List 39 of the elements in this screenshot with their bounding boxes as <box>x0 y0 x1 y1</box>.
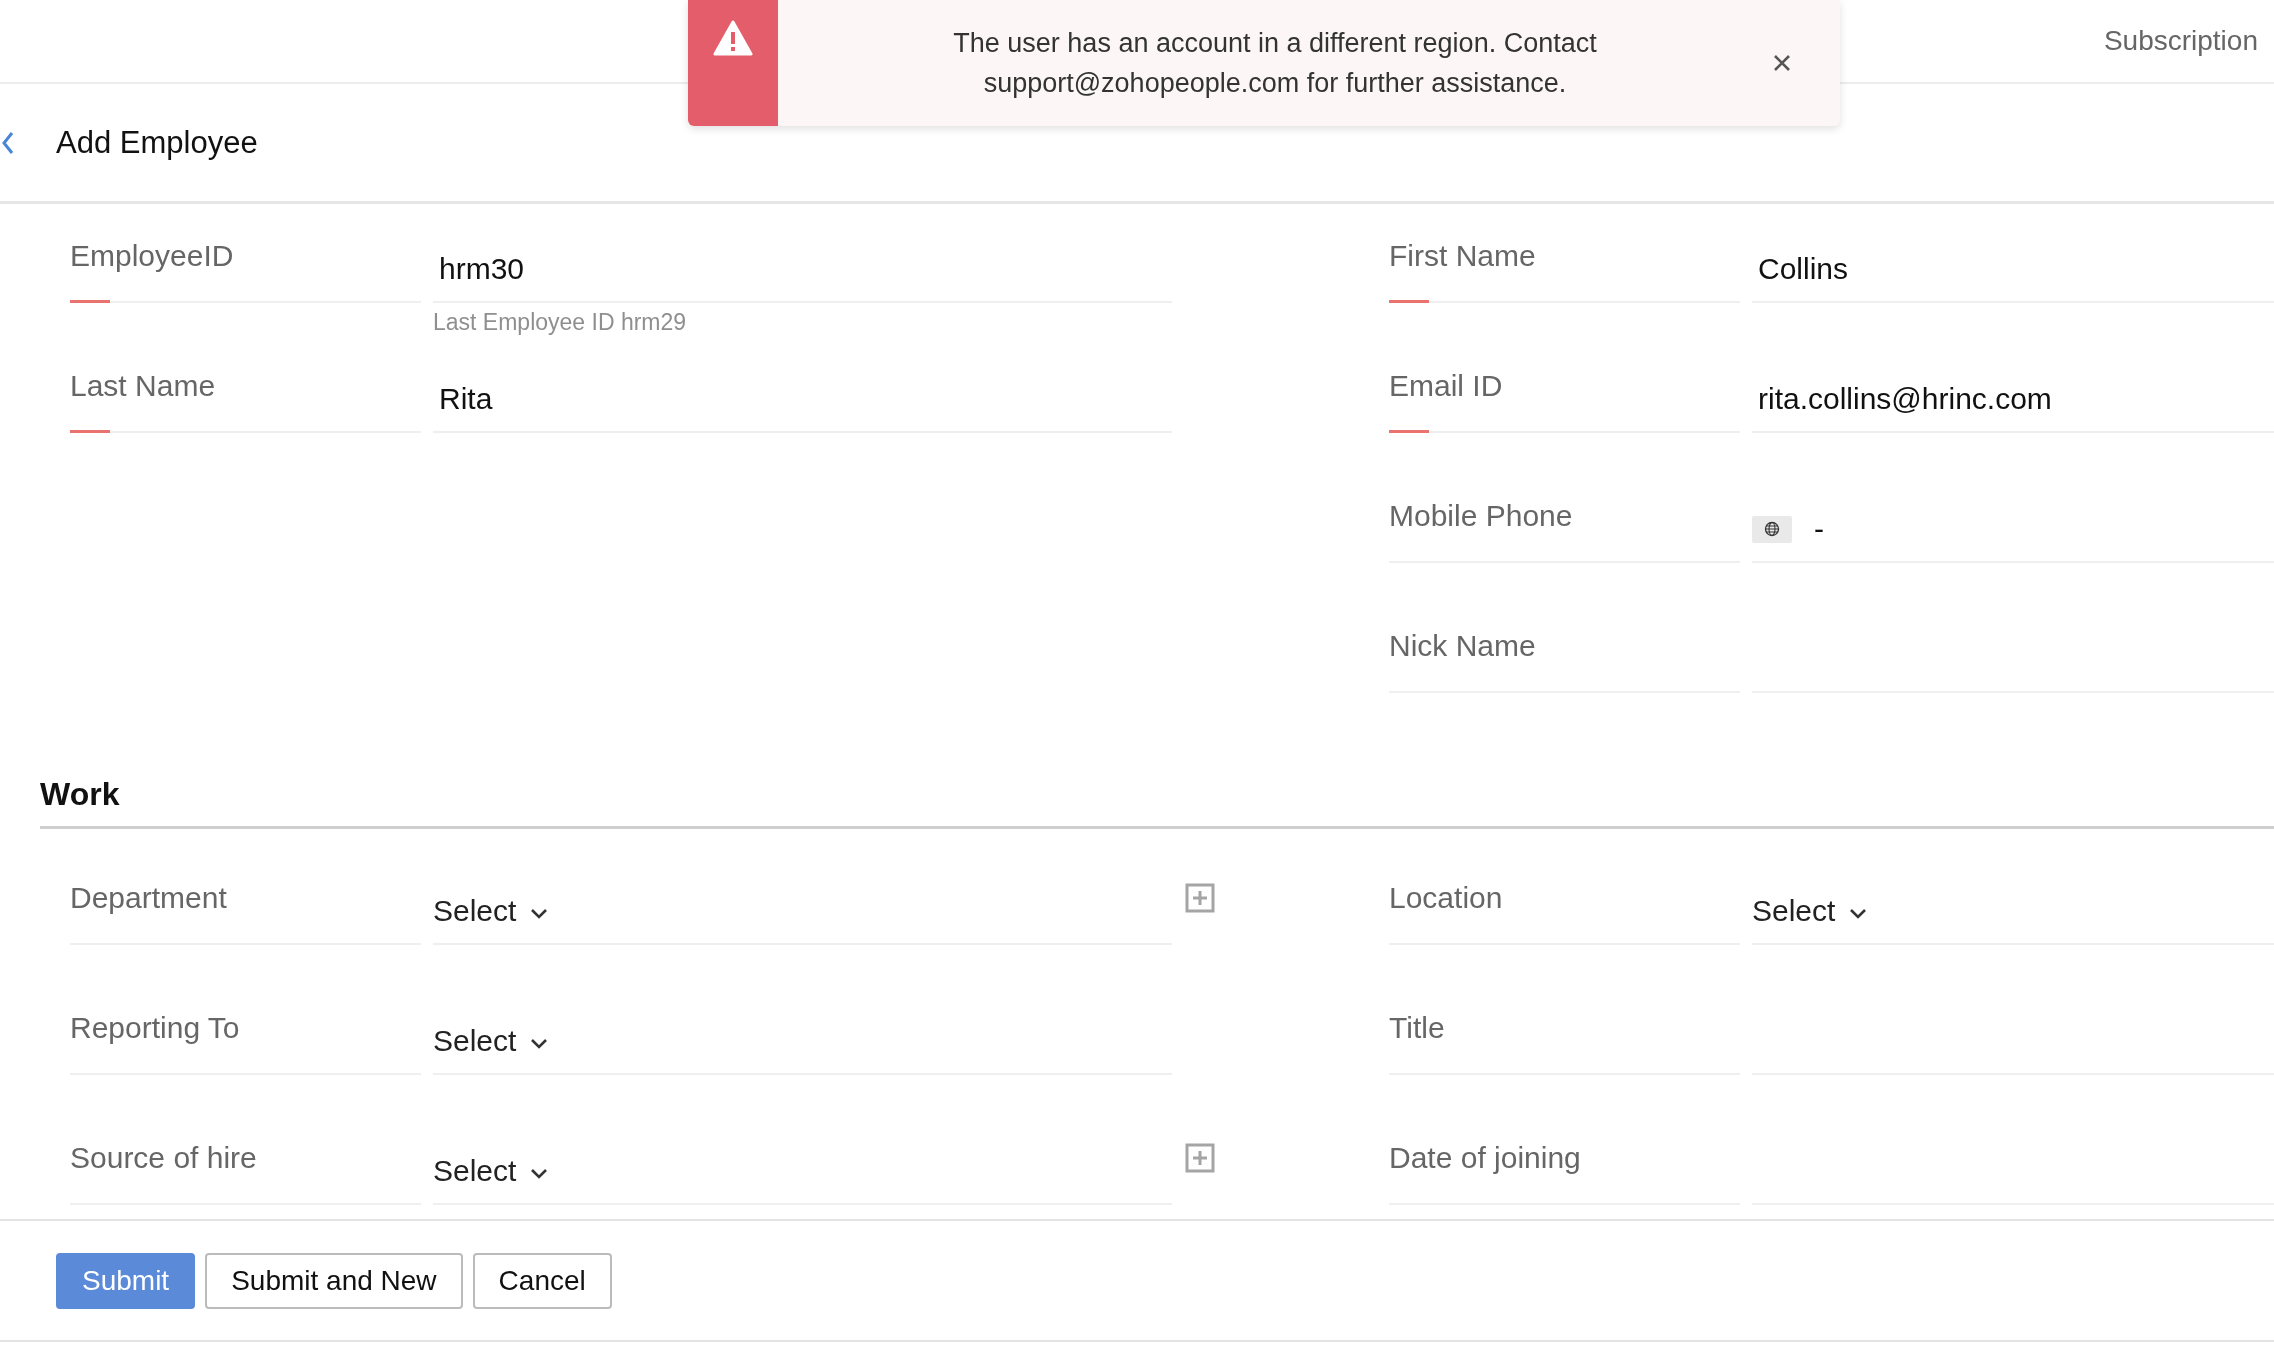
field-label: Nick Name <box>1389 629 1536 662</box>
field-hint: Last Employee ID hrm29 <box>433 309 688 336</box>
field-label: Title <box>1389 1011 1445 1044</box>
input-field[interactable]: hrm30 <box>433 229 1172 303</box>
field-label: Email ID <box>1389 369 1503 402</box>
input-field[interactable]: Select <box>433 1131 1172 1205</box>
subscription-link[interactable]: Subscription <box>2103 25 2258 57</box>
input-field[interactable]: rita.collins@hrinc.com <box>1752 359 2274 433</box>
add-square-icon[interactable] <box>1185 1143 1215 1173</box>
input-field[interactable]: Select <box>433 871 1172 945</box>
field-label: Date of joining <box>1389 1141 1581 1174</box>
chevron-down-icon <box>530 1038 549 1050</box>
back-chevron-icon[interactable] <box>2 130 14 155</box>
field-label: EmployeeID <box>70 239 234 272</box>
form-button[interactable]: Cancel <box>472 1252 612 1309</box>
input-field[interactable]: Select <box>433 1001 1172 1075</box>
input-field[interactable]: Rita <box>433 359 1172 433</box>
toast-message: The user has an account in a different region. Contact support@zohopeople.com for further assistance. <box>952 27 1598 100</box>
close-icon[interactable] <box>1772 53 1792 73</box>
form-button[interactable]: Submit and New <box>205 1252 463 1309</box>
warning-icon <box>713 20 753 56</box>
field-label: Location <box>1389 881 1503 914</box>
field-label: Reporting To <box>70 1011 240 1044</box>
input-field[interactable]: Select <box>1752 871 2274 945</box>
chevron-down-icon <box>1849 908 1868 920</box>
field-label: Mobile Phone <box>1389 499 1573 532</box>
field-label: Department <box>70 881 227 914</box>
add-square-icon[interactable] <box>1185 883 1215 913</box>
page-title: Add Employee <box>56 124 258 161</box>
chevron-down-icon <box>530 908 549 920</box>
input-field[interactable]: Collins <box>1752 229 2274 303</box>
input-field[interactable]: - <box>1752 489 2274 563</box>
chevron-down-icon <box>530 1168 549 1180</box>
field-label: Source of hire <box>70 1141 257 1174</box>
section-heading: Work <box>40 776 120 812</box>
globe-icon <box>1764 521 1780 537</box>
field-label: Last Name <box>70 369 216 402</box>
field-label: First Name <box>1389 239 1536 272</box>
country-picker[interactable] <box>1752 515 1792 543</box>
